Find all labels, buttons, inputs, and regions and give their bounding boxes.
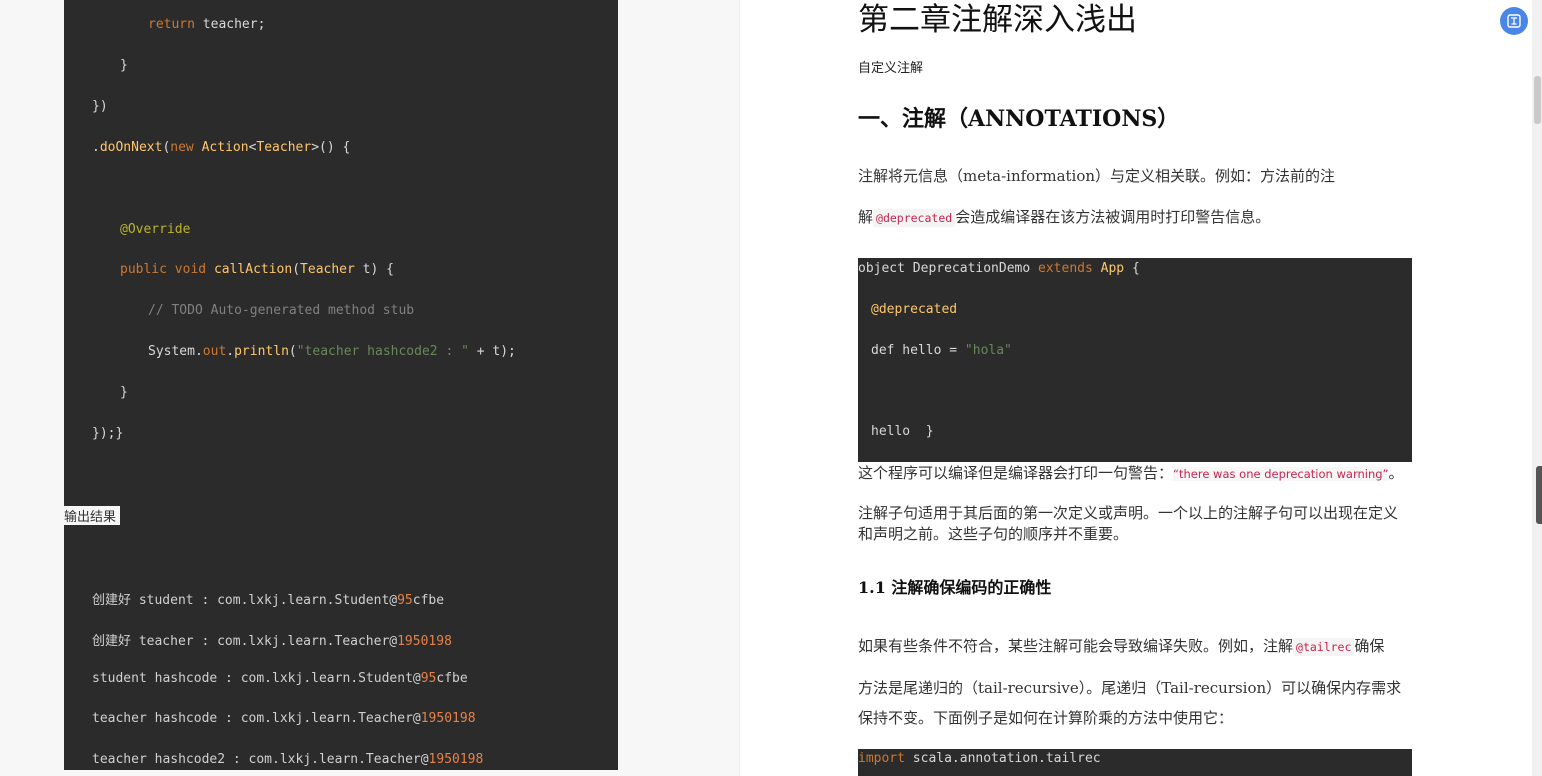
paragraph-tailrec-line1: 如果有些条件不符合，某些注解可能会导致编译失败。例如，注解 @tailrec 确保	[858, 637, 1385, 656]
paragraph-tailrec-line3: 保持不变。下面例子是如何在计算阶乘的方法中使用它：	[858, 709, 1234, 727]
translate-button[interactable]	[1500, 7, 1528, 35]
code-line: @deprecated	[871, 302, 958, 317]
java-code-panel: return teacher; } }) .doOnNext(new Actio…	[64, 0, 618, 770]
scala-code-block: object DeprecationDemo extends App { @de…	[858, 258, 1412, 462]
section-heading-correctness: 1.1 注解确保编码的正确性	[858, 578, 1052, 597]
code-line: }	[120, 385, 128, 400]
paragraph-intro-line2: 解 @deprecated 会造成编译器在该方法被调用时打印警告信息。	[858, 208, 1271, 227]
code-line: hello }	[871, 424, 934, 439]
paragraph-warning: 这个程序可以编译但是编译器会打印一句警告：“there was one depr…	[858, 464, 1404, 482]
page-subtitle: 自定义注解	[858, 61, 924, 76]
code-line: })	[92, 99, 108, 114]
warning-quote: “there was one deprecation warning”	[1173, 467, 1389, 481]
inline-code: @deprecated	[873, 209, 956, 227]
output-line: teacher hashcode2 : com.lxkj.learn.Teach…	[92, 752, 484, 767]
code-line: // TODO Auto-generated method stub	[148, 303, 415, 318]
code-line: @Override	[120, 222, 191, 237]
paragraph-tailrec-line2: 方法是尾递归的（tail-recursive）。尾递归（Tail-recursi…	[858, 679, 1402, 697]
output-line: 创建好 teacher : com.lxkj.learn.Teacher@195…	[92, 634, 452, 649]
translate-icon	[1507, 14, 1521, 28]
output-line: student hashcode : com.lxkj.learn.Studen…	[92, 671, 468, 686]
inline-code: @tailrec	[1293, 638, 1355, 656]
code-line: def hello = "hola"	[871, 343, 1012, 358]
code-line: import scala.annotation.tailrec	[858, 751, 1101, 766]
code-line: object DeprecationDemo extends App {	[858, 261, 1140, 276]
output-line: 创建好 student : com.lxkj.learn.Student@95c…	[92, 593, 445, 608]
page-title: 第二章注解深入浅出	[858, 2, 1137, 38]
output-label: 输出结果	[64, 506, 121, 525]
code-line: .doOnNext(new Action<Teacher>() {	[92, 140, 351, 155]
scrollbar-thumb[interactable]	[1534, 76, 1541, 124]
side-panel-handle[interactable]	[1536, 466, 1542, 524]
code-line: });}	[92, 426, 124, 441]
code-line: return teacher;	[148, 17, 266, 32]
section-heading-annotations: 一、注解（ANNOTATIONS）	[858, 106, 1180, 132]
output-line: teacher hashcode : com.lxkj.learn.Teache…	[92, 711, 476, 726]
paragraph-intro-line1: 注解将元信息（meta-information）与定义相关联。例如：方法前的注	[858, 167, 1336, 185]
code-line: }	[120, 58, 128, 73]
scala-code-block-import: import scala.annotation.tailrec	[858, 749, 1412, 776]
code-line: System.out.println("teacher hashcode2 : …	[148, 344, 516, 359]
paragraph-clauses: 注解子句适用于其后面的第一次定义或声明。一个以上的注解子句可以出现在定义和声明之…	[858, 504, 1399, 543]
code-line: public void callAction(Teacher t) {	[120, 262, 394, 277]
